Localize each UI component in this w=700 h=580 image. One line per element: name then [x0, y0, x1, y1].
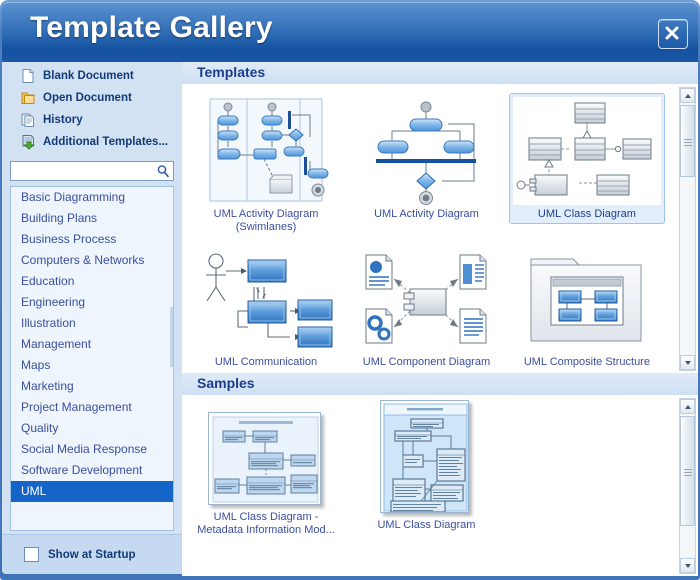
component-thumb — [352, 245, 501, 353]
download-templates-icon — [20, 134, 36, 150]
samples-section-header: Samples — [182, 373, 698, 396]
sample-tile-metadata[interactable]: UML Class Diagram - Metadata Information… — [188, 408, 344, 540]
activity-swimlanes-thumb — [192, 97, 340, 205]
samples-scrollbar[interactable] — [679, 398, 696, 574]
template-tile-component[interactable]: UML Component Diagram — [348, 241, 504, 372]
template-tile-label: UML Activity Diagram (Swimlanes) — [213, 208, 319, 233]
category-list[interactable]: Basic Diagramming Building Plans Busines… — [10, 186, 174, 531]
chevron-up-icon — [685, 94, 691, 98]
sidebar-item-blank-document[interactable]: Blank Document — [2, 65, 182, 87]
scroll-up-button[interactable] — [680, 88, 695, 103]
history-documents-icon — [20, 112, 36, 128]
grip-line — [684, 472, 692, 473]
sidebar-item-open-document[interactable]: Open Document — [2, 87, 182, 109]
template-tile-activity-diagram[interactable]: UML Activity Diagram — [348, 93, 504, 224]
template-gallery-window: Template Gallery Blank Document Open Doc… — [0, 0, 700, 580]
template-tile-label: UML Component Diagram — [362, 356, 491, 368]
templates-section-header: Templates — [182, 62, 698, 85]
sidebar-item-label: Open Document — [43, 92, 132, 104]
scrollbar-thumb[interactable] — [680, 416, 695, 526]
window-body: Blank Document Open Document History Add… — [2, 62, 698, 576]
templates-scrollbar[interactable] — [679, 87, 696, 371]
sample-tile-class-diagram[interactable]: UML Class Diagram — [348, 400, 504, 535]
category-item[interactable]: Engineering — [11, 292, 173, 313]
sidebar-item-history[interactable]: History — [2, 109, 182, 131]
sample-class-thumb — [380, 400, 472, 516]
grip-line — [684, 142, 692, 143]
category-item-uml[interactable]: UML — [11, 481, 173, 502]
samples-panel: UML Class Diagram - Metadata Information… — [182, 396, 698, 576]
search-icon[interactable] — [156, 164, 170, 178]
chevron-down-icon — [685, 361, 691, 365]
communication-thumb — [192, 245, 340, 353]
template-tile-activity-swimlanes[interactable]: UML Activity Diagram (Swimlanes) — [188, 93, 344, 237]
category-item[interactable]: Computers & Networks — [11, 250, 173, 271]
category-item[interactable]: Project Management — [11, 397, 173, 418]
grip-line — [684, 145, 692, 146]
category-item[interactable]: Marketing — [11, 376, 173, 397]
category-scroll-indicator[interactable] — [170, 307, 173, 367]
sidebar-item-label: Additional Templates... — [43, 136, 169, 148]
template-tile-communication[interactable]: UML Communication — [188, 241, 344, 372]
blank-document-icon — [20, 68, 36, 84]
grip-line — [684, 139, 692, 140]
show-at-startup-row[interactable]: Show at Startup — [2, 534, 182, 574]
composite-structure-thumb — [512, 245, 661, 353]
category-item[interactable]: Software Development — [11, 460, 173, 481]
activity-diagram-thumb — [352, 97, 501, 205]
templates-grid: UML Activity Diagram (Swimlanes) UML Act… — [182, 85, 676, 373]
quick-links-list: Blank Document Open Document History Add… — [2, 65, 182, 153]
template-tile-class-diagram[interactable]: UML Class Diagram — [508, 93, 665, 224]
category-item[interactable]: Management — [11, 334, 173, 355]
scroll-up-button[interactable] — [680, 399, 695, 414]
template-tile-label: UML Class Diagram — [537, 208, 636, 220]
main-panel: Templates UML Activity Diagram (Swimlane… — [182, 62, 698, 576]
template-tile-label: UML Activity Diagram — [374, 208, 479, 220]
search-box — [10, 161, 174, 181]
grip-line — [684, 469, 692, 470]
sidebar-item-label: Blank Document — [43, 70, 134, 82]
open-folder-icon — [20, 90, 36, 106]
category-item[interactable]: Basic Diagramming — [11, 187, 173, 208]
sample-tile-label: UML Class Diagram - Metadata Information… — [197, 511, 335, 536]
samples-grid: UML Class Diagram - Metadata Information… — [182, 396, 676, 576]
scroll-down-button[interactable] — [680, 355, 695, 370]
category-item[interactable]: Maps — [11, 355, 173, 376]
category-item[interactable]: Social Media Response — [11, 439, 173, 460]
class-diagram-thumb — [512, 97, 661, 205]
category-item[interactable]: Education — [11, 271, 173, 292]
show-at-startup-label: Show at Startup — [48, 548, 136, 561]
show-at-startup-checkbox[interactable] — [24, 547, 39, 562]
sample-tile-label: UML Class Diagram — [377, 519, 476, 531]
search-input[interactable] — [13, 163, 155, 181]
category-item[interactable]: Illustration — [11, 313, 173, 334]
templates-header-label: Templates — [197, 64, 266, 80]
sample-metadata-thumb — [208, 412, 324, 508]
template-tile-composite-structure[interactable]: UML Composite Structure — [509, 241, 665, 372]
category-item[interactable]: Building Plans — [11, 208, 173, 229]
category-item[interactable]: Business Process — [11, 229, 173, 250]
title-bar: Template Gallery — [2, 2, 698, 63]
page-title: Template Gallery — [30, 11, 273, 44]
grip-line — [684, 475, 692, 476]
template-tile-label: UML Communication — [214, 356, 318, 368]
category-item[interactable]: Quality — [11, 418, 173, 439]
close-icon — [665, 26, 679, 40]
chevron-up-icon — [685, 405, 691, 409]
chevron-down-icon — [685, 564, 691, 568]
close-button[interactable] — [658, 19, 688, 49]
samples-header-label: Samples — [197, 375, 255, 391]
sidebar-item-additional-templates[interactable]: Additional Templates... — [2, 131, 182, 153]
template-tile-label: UML Composite Structure — [523, 356, 650, 368]
sidebar-item-label: History — [43, 114, 83, 126]
sidebar: Blank Document Open Document History Add… — [2, 62, 182, 574]
scrollbar-thumb[interactable] — [680, 105, 695, 177]
scroll-down-button[interactable] — [680, 558, 695, 573]
templates-panel: UML Activity Diagram (Swimlanes) UML Act… — [182, 85, 698, 373]
